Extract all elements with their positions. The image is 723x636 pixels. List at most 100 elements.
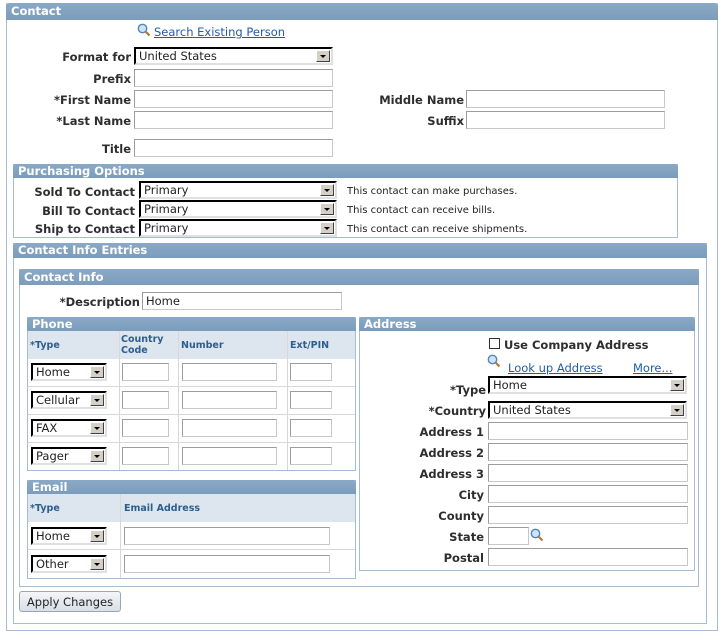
ship-to-contact-select[interactable]: Primary bbox=[139, 219, 337, 237]
county-label: County bbox=[438, 509, 484, 523]
description-input[interactable]: Home bbox=[142, 292, 342, 310]
prefix-label: Prefix bbox=[93, 72, 131, 86]
description-label: *Description bbox=[59, 295, 140, 309]
chevron-down-icon bbox=[90, 366, 104, 378]
postal-input[interactable] bbox=[488, 548, 688, 566]
phone-grid-divider bbox=[119, 331, 120, 470]
email-type-value: Home bbox=[36, 529, 70, 543]
address-1-label: Address 1 bbox=[419, 425, 484, 439]
chevron-down-icon bbox=[670, 379, 684, 391]
phone-country-code-input[interactable] bbox=[122, 363, 169, 381]
phone-type-value: Pager bbox=[36, 449, 69, 463]
phone-grid-divider bbox=[178, 331, 179, 470]
ship-to-contact-note: This contact can receive shipments. bbox=[347, 224, 528, 235]
phone-country-code-input[interactable] bbox=[122, 447, 169, 465]
address-2-input[interactable] bbox=[488, 443, 688, 461]
phone-type-select[interactable]: Home bbox=[31, 363, 107, 381]
email-col-address: Email Address bbox=[124, 503, 201, 514]
middle-name-input[interactable] bbox=[466, 90, 665, 108]
title-label: Title bbox=[101, 142, 131, 156]
use-company-address-checkbox[interactable] bbox=[489, 338, 500, 349]
phone-country-code-input[interactable] bbox=[122, 391, 169, 409]
ship-to-contact-value: Primary bbox=[144, 221, 189, 235]
email-type-value: Other bbox=[36, 557, 69, 571]
format-for-label: Format for bbox=[62, 50, 131, 64]
sold-to-contact-select[interactable]: Primary bbox=[139, 181, 337, 199]
chevron-down-icon bbox=[90, 558, 104, 570]
chevron-down-icon bbox=[90, 422, 104, 434]
address-type-label: *Type bbox=[449, 383, 486, 397]
phone-type-value: Cellular bbox=[36, 393, 80, 407]
email-col-type: *Type bbox=[30, 503, 60, 514]
phone-country-code-input[interactable] bbox=[122, 419, 169, 437]
phone-col-country-code: Country Code bbox=[121, 334, 169, 356]
search-existing-person-link[interactable]: Search Existing Person bbox=[154, 25, 285, 39]
purchasing-options-header: Purchasing Options bbox=[13, 164, 678, 178]
title-input[interactable] bbox=[134, 139, 333, 157]
city-input[interactable] bbox=[488, 485, 688, 503]
suffix-label: Suffix bbox=[427, 114, 464, 128]
email-type-select[interactable]: Home bbox=[31, 527, 107, 545]
bill-to-contact-label: Bill To Contact bbox=[42, 204, 135, 218]
search-icon[interactable] bbox=[137, 23, 151, 37]
chevron-down-icon bbox=[90, 530, 104, 542]
sold-to-contact-value: Primary bbox=[144, 183, 189, 197]
phone-ext-input[interactable] bbox=[290, 447, 332, 465]
phone-ext-input[interactable] bbox=[290, 363, 332, 381]
address-3-input[interactable] bbox=[488, 464, 688, 482]
phone-type-select[interactable]: Pager bbox=[31, 447, 107, 465]
sold-to-contact-label: Sold To Contact bbox=[34, 185, 135, 199]
phone-col-type: *Type bbox=[30, 340, 60, 351]
chevron-down-icon bbox=[316, 50, 330, 62]
phone-number-input[interactable] bbox=[182, 391, 277, 409]
chevron-down-icon bbox=[670, 404, 684, 416]
bill-to-contact-note: This contact can receive bills. bbox=[347, 205, 496, 216]
phone-col-number: Number bbox=[181, 340, 224, 351]
phone-number-input[interactable] bbox=[182, 419, 277, 437]
bill-to-contact-select[interactable]: Primary bbox=[139, 200, 337, 218]
contact-info-entries-header: Contact Info Entries bbox=[13, 243, 707, 258]
state-lookup-icon[interactable] bbox=[530, 528, 544, 542]
ship-to-contact-label: Ship to Contact bbox=[34, 222, 135, 236]
email-address-input[interactable] bbox=[124, 555, 330, 573]
email-grid-divider bbox=[120, 494, 121, 578]
phone-type-value: Home bbox=[36, 365, 70, 379]
chevron-down-icon bbox=[320, 222, 334, 234]
email-type-select[interactable]: Other bbox=[31, 555, 107, 573]
county-input[interactable] bbox=[488, 506, 688, 524]
phone-type-select[interactable]: FAX bbox=[31, 419, 107, 437]
phone-number-input[interactable] bbox=[182, 363, 277, 381]
phone-row-divider bbox=[28, 414, 355, 415]
address-type-select[interactable]: Home bbox=[488, 376, 687, 394]
email-header: Email bbox=[27, 480, 356, 494]
address-type-value: Home bbox=[493, 378, 527, 392]
first-name-label: *First Name bbox=[54, 93, 131, 107]
sold-to-contact-note: This contact can make purchases. bbox=[347, 186, 518, 197]
first-name-input[interactable] bbox=[134, 90, 333, 108]
apply-changes-button[interactable]: Apply Changes bbox=[19, 591, 121, 612]
state-input[interactable] bbox=[488, 527, 529, 545]
country-value: United States bbox=[493, 403, 571, 417]
email-address-input[interactable] bbox=[124, 527, 330, 545]
phone-header: Phone bbox=[27, 317, 356, 331]
last-name-label: *Last Name bbox=[56, 114, 131, 128]
phone-type-select[interactable]: Cellular bbox=[31, 391, 107, 409]
more-link[interactable]: More... bbox=[633, 361, 672, 375]
use-company-address-label: Use Company Address bbox=[504, 338, 649, 352]
phone-number-input[interactable] bbox=[182, 447, 277, 465]
suffix-input[interactable] bbox=[466, 111, 665, 129]
phone-row-divider bbox=[28, 442, 355, 443]
state-label: State bbox=[449, 530, 484, 544]
phone-col-ext-pin: Ext/PIN bbox=[290, 340, 330, 351]
description-value: Home bbox=[146, 294, 180, 308]
prefix-input[interactable] bbox=[134, 69, 333, 87]
format-for-select[interactable]: United States bbox=[134, 47, 333, 65]
last-name-input[interactable] bbox=[134, 111, 333, 129]
phone-ext-input[interactable] bbox=[290, 391, 332, 409]
lookup-address-icon[interactable] bbox=[487, 354, 501, 368]
lookup-address-link[interactable]: Look up Address bbox=[508, 361, 603, 375]
bill-to-contact-value: Primary bbox=[144, 202, 189, 216]
country-select[interactable]: United States bbox=[488, 401, 687, 419]
address-1-input[interactable] bbox=[488, 422, 688, 440]
phone-ext-input[interactable] bbox=[290, 419, 332, 437]
